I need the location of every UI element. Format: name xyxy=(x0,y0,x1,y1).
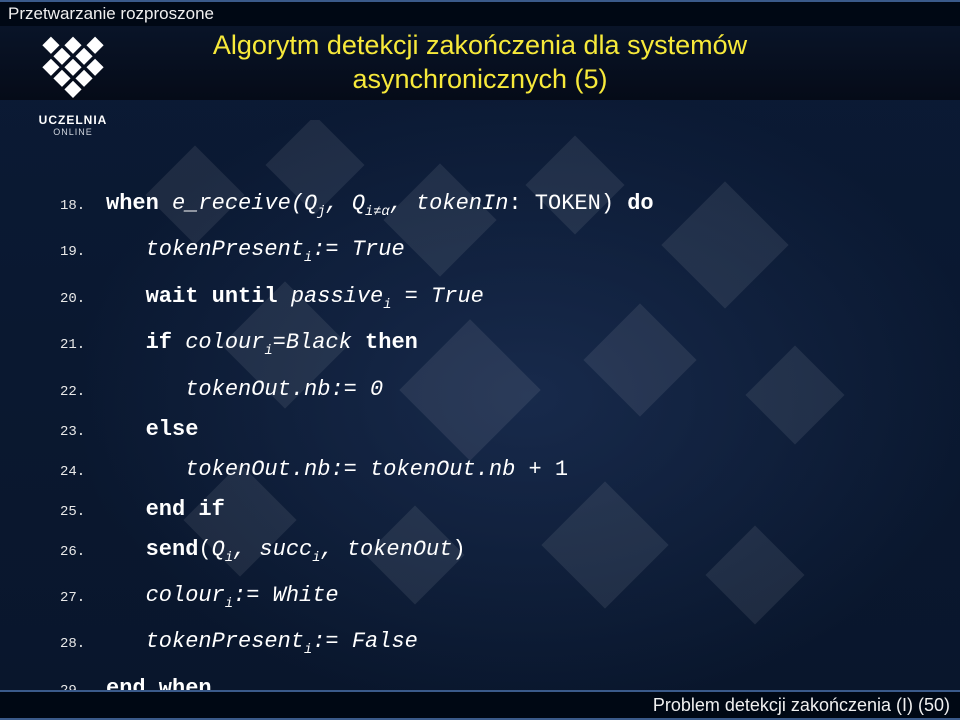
line-number: 24. xyxy=(60,453,106,491)
code-line: 19. tokenPresenti:= True xyxy=(60,231,920,277)
slide-title: Algorytm detekcji zakończenia dla system… xyxy=(110,29,850,97)
code-line: 24. tokenOut.nb:= tokenOut.nb + 1 xyxy=(60,451,920,491)
pseudocode-block: 18.when e_receive(Qj, Qi≠α, tokenIn: TOK… xyxy=(60,185,920,710)
line-content: tokenOut.nb:= tokenOut.nb + 1 xyxy=(106,451,568,489)
code-line: 26. send(Qi, succi, tokenOut) xyxy=(60,531,920,577)
title-band: Algorytm detekcji zakończenia dla system… xyxy=(0,26,960,100)
footer-bar: Problem detekcji zakończenia (I) (50) xyxy=(0,690,960,720)
code-line: 25. end if xyxy=(60,491,920,531)
logo-text-line2: ONLINE xyxy=(53,127,93,137)
line-content: else xyxy=(106,411,198,449)
logo-text-line1: UCZELNIA xyxy=(39,113,108,127)
code-line: 21. if colouri=Black then xyxy=(60,324,920,370)
line-content: tokenOut.nb:= 0 xyxy=(106,371,383,409)
line-number: 23. xyxy=(60,413,106,451)
line-number: 20. xyxy=(60,280,106,318)
code-line: 18.when e_receive(Qj, Qi≠α, tokenIn: TOK… xyxy=(60,185,920,231)
line-content: if colouri=Black then xyxy=(106,324,418,370)
line-number: 18. xyxy=(60,187,106,225)
line-number: 21. xyxy=(60,326,106,364)
code-line: 23. else xyxy=(60,411,920,451)
code-line: 27. colouri:= White xyxy=(60,577,920,623)
line-number: 25. xyxy=(60,493,106,531)
line-content: when e_receive(Qj, Qi≠α, tokenIn: TOKEN)… xyxy=(106,185,654,231)
code-line: 28. tokenPresenti:= False xyxy=(60,623,920,669)
line-content: wait until passivei = True xyxy=(106,278,484,324)
slide: Przetwarzanie rozproszone Algorytm detek… xyxy=(0,0,960,720)
line-content: end if xyxy=(106,491,225,529)
line-content: send(Qi, succi, tokenOut) xyxy=(106,531,466,577)
footer-text: Problem detekcji zakończenia (I) (50) xyxy=(653,695,950,716)
diamond-logo-icon xyxy=(27,28,119,111)
line-content: colouri:= White xyxy=(106,577,339,623)
course-name: Przetwarzanie rozproszone xyxy=(8,4,214,24)
line-number: 22. xyxy=(60,373,106,411)
line-content: tokenPresenti:= False xyxy=(106,623,418,669)
code-line: 22. tokenOut.nb:= 0 xyxy=(60,371,920,411)
line-number: 28. xyxy=(60,625,106,663)
code-line: 20. wait until passivei = True xyxy=(60,278,920,324)
top-bar: Przetwarzanie rozproszone xyxy=(0,0,960,26)
line-number: 27. xyxy=(60,579,106,617)
line-number: 26. xyxy=(60,533,106,571)
logo: UCZELNIA ONLINE xyxy=(18,28,128,137)
line-content: tokenPresenti:= True xyxy=(106,231,405,277)
line-number: 19. xyxy=(60,233,106,271)
